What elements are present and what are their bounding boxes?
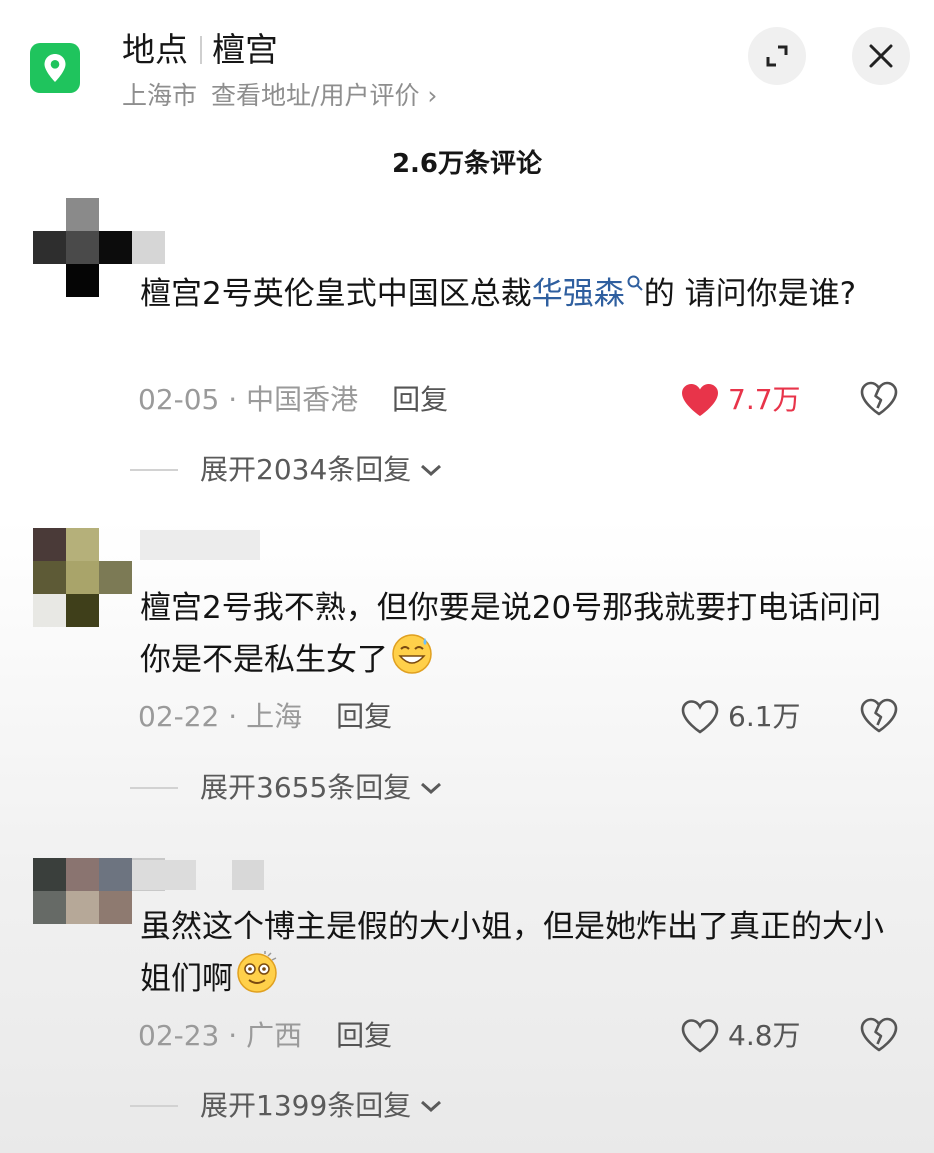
view-address-reviews-link[interactable]: 查看地址/用户评价 › (211, 81, 437, 110)
comment-date: 02-22 (138, 700, 220, 733)
broken-heart-icon (860, 381, 898, 416)
reply-button[interactable]: 回复 (392, 383, 448, 416)
comment-location: 广西 (246, 1019, 303, 1052)
expand-window-icon (766, 45, 788, 67)
close-button[interactable] (852, 27, 910, 85)
comment-meta: 02-05 · 中国香港 回复 (138, 383, 449, 416)
expand-replies-button[interactable]: 展开3655条回复 (130, 768, 443, 808)
divider-line (130, 1105, 178, 1107)
dislike-button[interactable] (860, 698, 898, 738)
dislike-button[interactable] (860, 1017, 898, 1057)
comment-text[interactable]: 虽然这个博主是假的大小姐，但是她炸出了真正的大小姐们啊 (140, 903, 900, 1003)
comment-meta: 02-23 · 广西 回复 (138, 1019, 393, 1052)
like-button[interactable]: 7.7万 (680, 380, 801, 420)
header-subtitle: 上海市 查看地址/用户评价 › (122, 78, 437, 114)
heart-icon (681, 1019, 719, 1053)
reply-button[interactable]: 回复 (336, 1019, 392, 1052)
chevron-down-icon (421, 464, 442, 477)
dislike-button[interactable] (860, 381, 898, 421)
username-suffix (232, 860, 264, 890)
comment-date: 02-05 (138, 383, 220, 416)
chevron-down-icon (421, 1100, 442, 1113)
like-button[interactable]: 4.8万 (680, 1016, 801, 1056)
comment-text[interactable]: 檀宫2号英伦皇式中国区总裁华强森的 请问你是谁? (140, 270, 900, 318)
dizzy-smile-emoji-icon (237, 951, 277, 993)
place-name: 檀宫 (212, 30, 278, 69)
divider-line (130, 469, 178, 471)
close-icon (869, 44, 893, 68)
location-pin-icon (30, 43, 80, 93)
header-title-label: 地点 (122, 30, 188, 69)
header-title: 地点 檀宫 (122, 28, 278, 72)
comment-text[interactable]: 檀宫2号我不熟，但你要是说20号那我就要打电话问问你是不是私生女了 (140, 584, 900, 684)
comment-meta: 02-22 · 上海 回复 (138, 700, 393, 733)
expand-replies-button[interactable]: 展开1399条回复 (130, 1086, 443, 1126)
like-button[interactable]: 6.1万 (680, 697, 801, 737)
like-count: 6.1万 (728, 700, 801, 733)
comment-location: 上海 (246, 700, 303, 733)
grin-sweat-emoji-icon (392, 634, 432, 674)
username[interactable] (140, 530, 260, 560)
reply-button[interactable]: 回复 (336, 700, 392, 733)
comments-count-title: 2.6万条评论 (391, 149, 543, 179)
heart-icon (682, 384, 718, 416)
search-icon (627, 275, 643, 291)
username[interactable] (132, 860, 196, 890)
divider-line (130, 787, 178, 789)
chevron-right-icon: › (427, 81, 438, 110)
title-divider (200, 36, 202, 64)
like-count: 4.8万 (728, 1019, 801, 1052)
broken-heart-icon (860, 1017, 898, 1052)
broken-heart-icon (860, 698, 898, 733)
chevron-down-icon (421, 782, 442, 795)
city-label: 上海市 (122, 81, 198, 110)
comment-date: 02-23 (138, 1019, 220, 1052)
like-count: 7.7万 (728, 383, 801, 416)
comment-location: 中国香港 (246, 383, 359, 416)
expand-replies-button[interactable]: 展开2034条回复 (130, 450, 443, 490)
heart-icon (681, 700, 719, 734)
mention-link[interactable]: 华强森 (532, 275, 644, 312)
expand-button[interactable] (748, 27, 806, 85)
